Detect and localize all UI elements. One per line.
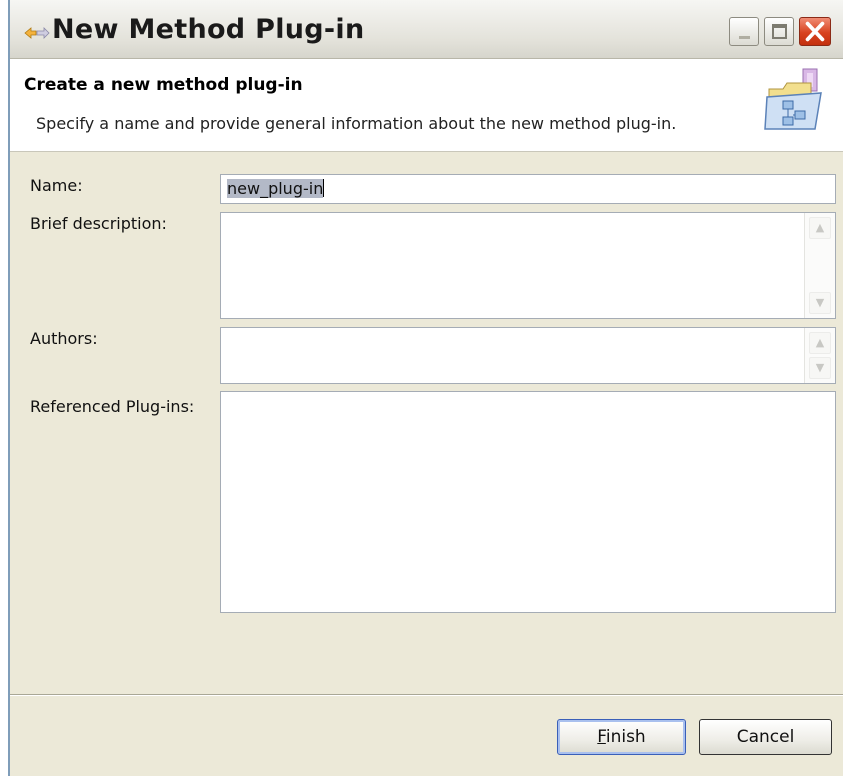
scroll-up-icon[interactable]: ▲ — [809, 217, 831, 239]
referenced-plugins-list[interactable] — [220, 391, 836, 613]
name-label: Name: — [30, 176, 83, 195]
window-title: New Method Plug-in — [52, 14, 365, 45]
plugin-folder-icon — [764, 68, 822, 130]
scroll-down-icon[interactable]: ▼ — [809, 357, 831, 379]
authors-textarea[interactable]: ▲ ▼ — [220, 327, 836, 384]
minimize-button[interactable] — [729, 17, 759, 46]
authors-label: Authors: — [30, 329, 98, 348]
maximize-button[interactable] — [764, 17, 794, 46]
brief-description-textarea[interactable]: ▲ ▼ — [220, 212, 836, 319]
finish-button[interactable]: Finish — [557, 719, 686, 755]
title-bar[interactable]: New Method Plug-in — [10, 0, 843, 59]
authors-scrollbar[interactable]: ▲ ▼ — [804, 328, 835, 383]
wizard-arrow-icon — [24, 27, 50, 39]
scroll-down-icon[interactable]: ▼ — [809, 292, 831, 314]
new-method-plugin-dialog: New Method Plug-in Create a new method p… — [8, 0, 843, 776]
finish-label: inish — [605, 727, 646, 747]
name-input-value: new_plug-in — [227, 179, 325, 198]
button-bar-separator — [10, 694, 843, 696]
maximize-icon — [772, 24, 787, 39]
brief-description-scrollbar[interactable]: ▲ ▼ — [804, 213, 835, 318]
banner-title: Create a new method plug-in — [24, 75, 303, 95]
wizard-banner: Create a new method plug-in Specify a na… — [10, 59, 843, 152]
close-button[interactable] — [799, 17, 831, 46]
brief-description-label: Brief description: — [30, 214, 167, 233]
name-input[interactable]: new_plug-in — [220, 174, 836, 204]
referenced-plugins-label: Referenced Plug-ins: — [30, 397, 195, 416]
close-icon — [805, 21, 825, 42]
banner-description: Specify a name and provide general infor… — [36, 114, 677, 133]
cancel-button[interactable]: Cancel — [699, 719, 832, 755]
minimize-icon — [739, 36, 750, 39]
finish-mnemonic: F — [597, 727, 606, 747]
scroll-up-icon[interactable]: ▲ — [809, 332, 831, 354]
